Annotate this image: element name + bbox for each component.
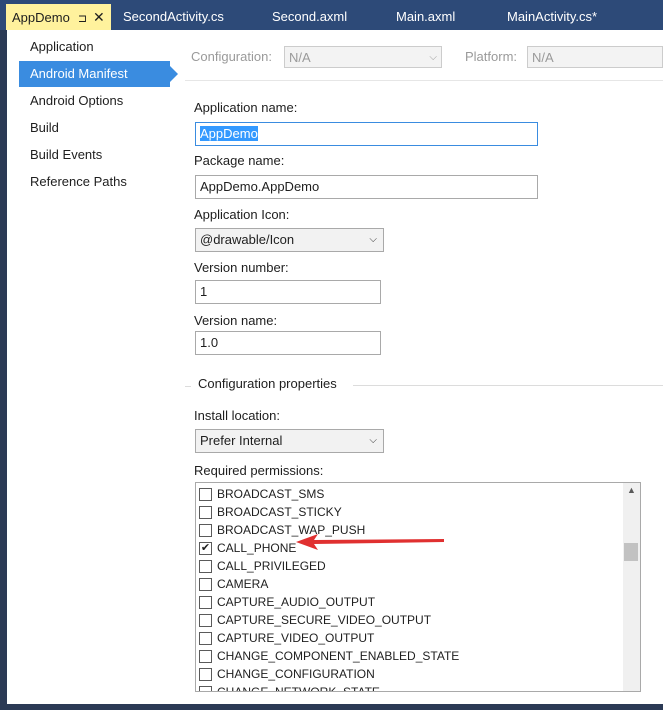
permission-item[interactable]: CAPTURE_AUDIO_OUTPUT xyxy=(196,593,620,611)
permission-checkbox[interactable]: ✔ xyxy=(199,542,212,555)
install-location-dropdown[interactable]: Prefer Internal ⌵ xyxy=(195,429,384,453)
group-divider xyxy=(353,385,663,386)
permissions-scrollbar[interactable]: ▲ xyxy=(623,483,640,691)
permission-label: CHANGE_COMPONENT_ENABLED_STATE xyxy=(217,649,460,663)
permission-checkbox[interactable] xyxy=(199,614,212,627)
permission-label: CAPTURE_SECURE_VIDEO_OUTPUT xyxy=(217,613,432,627)
configuration-dropdown: N/A ⌵ xyxy=(284,46,442,68)
permission-checkbox[interactable] xyxy=(199,596,212,609)
platform-label: Platform: xyxy=(465,49,518,64)
permission-item[interactable]: CAMERA xyxy=(196,575,620,593)
sidebar-item-build-events[interactable]: Build Events xyxy=(19,142,170,168)
permissions-list[interactable]: BROADCAST_SMS BROADCAST_STICKY BROADCAST_W… xyxy=(195,482,641,692)
toolbar-divider xyxy=(185,80,663,81)
version-name-label: Version name: xyxy=(194,313,278,328)
permission-checkbox[interactable] xyxy=(199,686,212,691)
permission-checkbox[interactable] xyxy=(199,632,212,645)
configuration-label: Configuration: xyxy=(191,49,272,64)
version-number-field[interactable]: 1 xyxy=(195,280,381,304)
permission-item[interactable]: CHANGE_NETWORK_STATE xyxy=(196,683,620,692)
tab-label: AppDemo xyxy=(12,10,70,25)
properties-sidebar: Application Android Manifest Android Opt… xyxy=(7,30,178,704)
scrollbar-thumb[interactable] xyxy=(624,543,638,561)
permission-label: BROADCAST_STICKY xyxy=(217,505,342,519)
version-name-field[interactable]: 1.0 xyxy=(195,331,381,355)
permission-item[interactable]: CALL_PRIVILEGED xyxy=(196,557,620,575)
chevron-down-icon: ⌵ xyxy=(369,435,377,446)
package-name-field[interactable]: AppDemo.AppDemo xyxy=(195,175,538,199)
sidebar-item-reference-paths[interactable]: Reference Paths xyxy=(19,169,170,195)
group-divider-left xyxy=(185,386,191,387)
app-name-label: Application name: xyxy=(194,100,298,115)
close-icon[interactable]: ✕ xyxy=(93,9,105,25)
sidebar-item-android-manifest[interactable]: Android Manifest xyxy=(19,61,178,87)
install-location-label: Install location: xyxy=(194,408,280,423)
permission-item[interactable]: BROADCAST_SMS xyxy=(196,485,620,503)
app-name-value: AppDemo xyxy=(200,126,258,141)
package-name-value: AppDemo.AppDemo xyxy=(200,179,320,194)
permission-item[interactable]: CHANGE_COMPONENT_ENABLED_STATE xyxy=(196,647,620,665)
tab-secondactivity-cs[interactable]: SecondActivity.cs xyxy=(123,5,224,29)
permission-label: BROADCAST_SMS xyxy=(217,487,325,501)
permission-checkbox[interactable] xyxy=(199,578,212,591)
project-properties-pane: Application Android Manifest Android Opt… xyxy=(7,30,663,704)
sidebar-item-build[interactable]: Build xyxy=(19,115,170,141)
sidebar-item-application[interactable]: Application xyxy=(19,34,170,60)
permission-checkbox[interactable] xyxy=(199,650,212,663)
platform-dropdown: N/A xyxy=(527,46,663,68)
chevron-down-icon: ⌵ xyxy=(369,234,377,245)
pin-icon[interactable]: ⊐ xyxy=(78,13,87,25)
package-name-label: Package name: xyxy=(194,153,285,168)
permission-label: CHANGE_CONFIGURATION xyxy=(217,667,375,681)
permission-checkbox[interactable] xyxy=(199,488,212,501)
permission-checkbox[interactable] xyxy=(199,668,212,681)
permission-item[interactable]: CAPTURE_VIDEO_OUTPUT xyxy=(196,629,620,647)
version-number-label: Version number: xyxy=(194,260,289,275)
app-icon-label: Application Icon: xyxy=(194,207,290,222)
permission-label: CALL_PRIVILEGED xyxy=(217,559,326,573)
tab-second-axml[interactable]: Second.axml xyxy=(272,5,347,29)
configuration-value: N/A xyxy=(289,50,311,65)
document-tab-bar: AppDemo ⊐ ✕ SecondActivity.cs Second.axml … xyxy=(0,0,663,30)
version-name-value: 1.0 xyxy=(200,335,219,350)
chevron-down-icon: ⌵ xyxy=(429,52,437,63)
tab-mainactivity-cs[interactable]: MainActivity.cs* xyxy=(507,5,597,29)
permission-item[interactable]: BROADCAST_STICKY xyxy=(196,503,620,521)
permission-label: CAMERA xyxy=(217,577,269,591)
permission-label: CAPTURE_VIDEO_OUTPUT xyxy=(217,631,375,645)
checkmark-icon: ✔ xyxy=(200,542,211,554)
config-properties-title: Configuration properties xyxy=(198,376,337,391)
permission-label: CALL_PHONE xyxy=(217,541,297,555)
tab-appdemo[interactable]: AppDemo ⊐ ✕ xyxy=(6,4,111,30)
tab-main-axml[interactable]: Main.axml xyxy=(396,5,455,29)
permission-checkbox[interactable] xyxy=(199,506,212,519)
version-number-value: 1 xyxy=(200,284,208,299)
platform-value: N/A xyxy=(532,50,554,65)
permission-item[interactable]: CAPTURE_SECURE_VIDEO_OUTPUT xyxy=(196,611,620,629)
app-icon-value: @drawable/Icon xyxy=(200,232,295,247)
chevron-up-icon[interactable]: ▲ xyxy=(627,485,636,495)
permission-label: CAPTURE_AUDIO_OUTPUT xyxy=(217,595,376,609)
permissions-label: Required permissions: xyxy=(194,463,324,478)
install-location-value: Prefer Internal xyxy=(200,433,283,448)
app-icon-dropdown[interactable]: @drawable/Icon ⌵ xyxy=(195,228,384,252)
status-strip xyxy=(0,704,663,710)
sidebar-item-android-options[interactable]: Android Options xyxy=(19,88,170,114)
red-arrow-annotation xyxy=(296,534,444,550)
permission-checkbox[interactable] xyxy=(199,524,212,537)
permission-item[interactable]: CHANGE_CONFIGURATION xyxy=(196,665,620,683)
permission-checkbox[interactable] xyxy=(199,560,212,573)
permission-label: CHANGE_NETWORK_STATE xyxy=(217,685,380,692)
app-name-field[interactable]: AppDemo xyxy=(195,122,538,146)
